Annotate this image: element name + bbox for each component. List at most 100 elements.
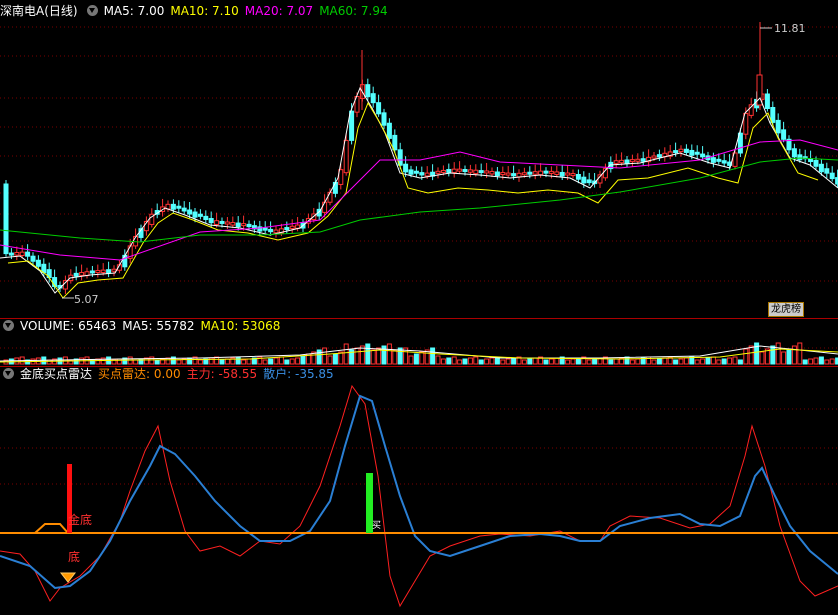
volume-panel[interactable]: VOLUME: 65463 MA5: 55782 MA10: 53068 — [0, 318, 838, 366]
volume-bar — [808, 358, 814, 365]
volume-bar — [743, 348, 749, 365]
candle — [289, 225, 295, 230]
candle — [781, 129, 787, 140]
dragon-tiger-badge[interactable]: 龙虎榜 — [768, 302, 804, 317]
volume-bar — [683, 357, 689, 365]
volume-bar — [268, 358, 274, 365]
candle — [268, 228, 274, 233]
volume-bar — [543, 359, 549, 365]
collapse-icon[interactable] — [3, 320, 14, 331]
volume-bar — [62, 356, 68, 365]
candle — [478, 170, 484, 174]
volume-bar — [592, 358, 598, 365]
candle — [764, 93, 770, 109]
vol-ma5-label: MA5: 55782 — [122, 319, 195, 333]
volume-bar — [300, 355, 306, 365]
indicator-chart[interactable] — [0, 366, 838, 615]
candle — [689, 149, 695, 156]
gold-bottom-signal: 金底 — [68, 513, 93, 527]
candle — [494, 171, 500, 177]
volume-bar — [656, 358, 662, 365]
stock-name[interactable]: 深南电A(日线) — [0, 4, 78, 18]
candle — [89, 270, 95, 274]
price-header: 深南电A(日线) MA5: 7.00 MA10: 7.10 MA20: 7.07 MA6… — [0, 3, 838, 19]
candle — [273, 229, 279, 234]
candle — [197, 213, 203, 217]
high-price-label: 11.81 — [774, 22, 806, 35]
candle — [813, 160, 819, 167]
volume-bar — [748, 345, 754, 365]
volume-bar — [629, 359, 635, 365]
volume-bar — [797, 342, 803, 365]
volume-bar — [548, 358, 554, 365]
candle — [419, 172, 425, 176]
candle — [467, 169, 473, 173]
candle — [219, 220, 225, 224]
volume-bar — [370, 349, 376, 365]
candle — [619, 159, 625, 164]
main-force-line — [0, 384, 838, 608]
candlestick-chart[interactable] — [0, 0, 838, 318]
volume-bar — [392, 349, 398, 365]
volume-bar — [435, 355, 441, 365]
volume-bar — [451, 356, 457, 365]
candle — [376, 102, 382, 115]
candle — [19, 251, 25, 257]
candle — [203, 215, 209, 221]
candle — [95, 270, 101, 274]
volume-bar — [327, 355, 333, 365]
volume-bar — [154, 359, 160, 365]
volume-bar — [791, 345, 797, 365]
radar-bump — [34, 523, 69, 534]
candle — [527, 171, 533, 175]
volume-bar — [813, 357, 819, 365]
collapse-icon[interactable] — [3, 368, 14, 379]
candle — [575, 174, 581, 180]
candle — [624, 159, 630, 164]
candle — [246, 223, 252, 228]
candle — [170, 203, 176, 210]
price-panel[interactable]: 深南电A(日线) MA5: 7.00 MA10: 7.10 MA20: 7.07 MA6… — [0, 0, 838, 318]
candle — [570, 173, 576, 177]
volume-bar — [624, 356, 630, 365]
collapse-icon[interactable] — [86, 5, 98, 16]
volume-bar — [716, 359, 722, 365]
candle — [370, 93, 376, 104]
candle — [511, 173, 517, 177]
candle — [122, 254, 128, 268]
candle — [181, 207, 187, 212]
candle — [214, 220, 220, 225]
candle — [349, 110, 355, 141]
candle — [235, 222, 241, 228]
indicator-panel[interactable]: 金底买点雷达 买点雷达: 0.00 主力: -58.55 散户: -35.85 金底 … — [0, 366, 838, 615]
volume-bar — [149, 356, 155, 365]
volume-bar — [759, 351, 765, 365]
candle — [262, 227, 268, 231]
candle — [818, 163, 824, 173]
candle — [332, 181, 338, 194]
volume-bar — [332, 353, 338, 365]
volume-bar — [219, 359, 225, 365]
volume-bar — [467, 357, 473, 365]
candle — [797, 154, 803, 161]
ma60-label: MA60: 7.94 — [319, 4, 388, 18]
volume-bar — [829, 358, 835, 365]
volume-bar — [365, 343, 371, 365]
volume-bar — [635, 358, 641, 365]
candle — [640, 158, 646, 162]
candle — [489, 170, 495, 175]
volume-bar — [489, 357, 495, 365]
volume-bar — [273, 357, 279, 365]
volume-bar — [430, 347, 436, 365]
volume-bar — [775, 342, 781, 365]
candle — [824, 168, 830, 174]
candle — [3, 183, 9, 255]
volume-bar — [700, 358, 706, 365]
candle — [457, 168, 463, 172]
candle — [629, 159, 635, 163]
volume-bar — [500, 359, 506, 365]
candle — [716, 158, 722, 162]
volume-bar — [473, 356, 479, 365]
candle — [343, 139, 349, 174]
candle — [446, 169, 452, 173]
